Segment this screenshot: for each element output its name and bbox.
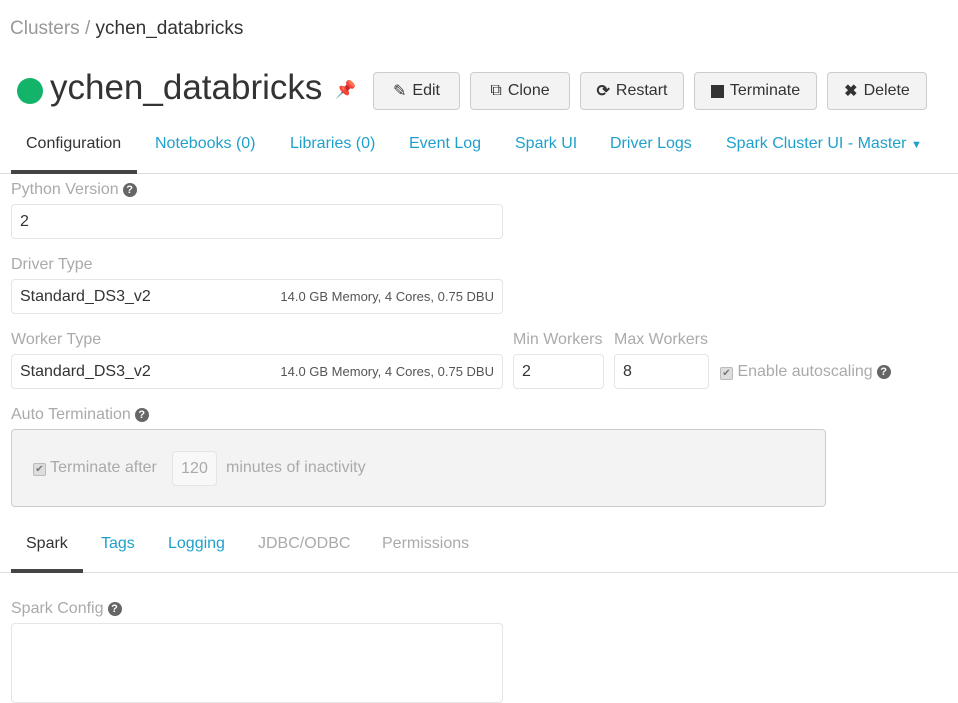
breadcrumb-current: ychen_databricks <box>95 18 244 39</box>
edit-label: Edit <box>412 82 440 99</box>
delete-button[interactable]: ✖ Delete <box>827 72 927 110</box>
terminate-label: Terminate <box>729 82 801 99</box>
cluster-tabs: Configuration Notebooks (0) Libraries (0… <box>0 126 958 174</box>
tab-tags[interactable]: Tags <box>101 535 135 553</box>
breadcrumb-clusters-link[interactable]: Clusters <box>10 18 80 39</box>
auto-termination-label-text: Auto Termination <box>11 406 131 423</box>
tab-libraries[interactable]: Libraries (0) <box>290 135 375 153</box>
help-icon[interactable]: ? <box>122 182 137 197</box>
tab-notebooks[interactable]: Notebooks (0) <box>155 135 256 153</box>
close-icon: ✖ <box>844 83 858 100</box>
restart-button[interactable]: ⟳ Restart <box>580 72 684 110</box>
tab-driver-logs[interactable]: Driver Logs <box>610 135 692 153</box>
tab-spark-ui[interactable]: Spark UI <box>515 135 577 153</box>
driver-type-select[interactable]: Standard_DS3_v2 14.0 GB Memory, 4 Cores, … <box>11 279 503 314</box>
min-workers-label: Min Workers <box>513 331 603 348</box>
min-workers-input[interactable]: 2 <box>513 354 604 389</box>
edit-button[interactable]: ✎ Edit <box>373 72 460 110</box>
delete-label: Delete <box>863 82 910 99</box>
spark-tabs: Spark Tags Logging JDBC/ODBC Permissions <box>0 526 958 573</box>
page-title: ychen_databricks <box>50 68 323 107</box>
spark-config-label: Spark Config? <box>11 600 122 618</box>
clone-label: Clone <box>507 82 550 99</box>
terminate-button[interactable]: Terminate <box>694 72 817 110</box>
tab-spark-cluster-ui-label: Spark Cluster UI - Master <box>726 135 907 152</box>
tab-configuration[interactable]: Configuration <box>26 135 121 153</box>
tab-jdbc-odbc[interactable]: JDBC/ODBC <box>258 535 350 553</box>
refresh-icon: ⟳ <box>596 83 610 100</box>
min-workers-value: 2 <box>522 362 531 380</box>
active-tab-indicator <box>11 170 137 174</box>
worker-type-label: Worker Type <box>11 331 102 348</box>
breadcrumb: Clusters / ychen_databricks <box>10 18 243 40</box>
auto-termination-panel: ✔ Terminate after 120 minutes of inactiv… <box>11 429 826 507</box>
max-workers-input[interactable]: 8 <box>614 354 709 389</box>
python-version-field[interactable]: 2 <box>11 204 503 239</box>
caret-down-icon: ▼ <box>910 139 922 151</box>
autoscaling-option: ✔ Enable autoscaling? <box>720 363 891 381</box>
stop-icon <box>710 84 724 98</box>
terminate-after-label: Terminate after <box>50 459 157 476</box>
python-version-value: 2 <box>20 212 29 230</box>
spark-config-textarea[interactable] <box>11 623 503 703</box>
inactivity-label: minutes of inactivity <box>226 459 366 476</box>
autoscaling-label: Enable autoscaling <box>737 363 873 380</box>
tab-permissions[interactable]: Permissions <box>382 535 469 553</box>
active-tab-indicator <box>11 569 83 573</box>
auto-termination-label: Auto Termination? <box>11 406 149 424</box>
clone-button[interactable]: ⧉ Clone <box>470 72 570 110</box>
autoscaling-checkbox[interactable]: ✔ <box>720 367 733 380</box>
driver-type-value: Standard_DS3_v2 <box>20 287 151 305</box>
terminate-minutes-input[interactable]: 120 <box>172 451 217 486</box>
help-icon[interactable]: ? <box>876 364 891 379</box>
max-workers-value: 8 <box>623 362 632 380</box>
tab-spark[interactable]: Spark <box>26 535 68 553</box>
python-version-label-text: Python Version <box>11 181 119 198</box>
help-icon[interactable]: ? <box>134 407 149 422</box>
breadcrumb-separator: / <box>84 18 91 39</box>
terminate-after-checkbox[interactable]: ✔ <box>33 463 46 476</box>
restart-label: Restart <box>615 82 668 99</box>
tab-event-log[interactable]: Event Log <box>409 135 481 153</box>
edit-icon: ✎ <box>393 83 407 100</box>
terminate-minutes-value: 120 <box>181 459 208 477</box>
help-icon[interactable]: ? <box>107 601 122 616</box>
clone-icon: ⧉ <box>490 82 502 99</box>
tab-spark-cluster-ui[interactable]: Spark Cluster UI - Master ▼ <box>726 135 922 153</box>
worker-type-value: Standard_DS3_v2 <box>20 362 151 380</box>
status-indicator <box>17 78 43 104</box>
max-workers-label: Max Workers <box>614 331 708 348</box>
terminate-after-option: ✔ Terminate after <box>33 459 157 477</box>
worker-type-select[interactable]: Standard_DS3_v2 14.0 GB Memory, 4 Cores, … <box>11 354 503 389</box>
worker-specs: 14.0 GB Memory, 4 Cores, 0.75 DBU <box>280 364 494 379</box>
pin-icon[interactable]: 📌 <box>335 80 356 100</box>
tab-logging[interactable]: Logging <box>168 535 225 553</box>
spark-config-label-text: Spark Config <box>11 600 104 617</box>
python-version-label: Python Version? <box>11 181 137 199</box>
driver-type-label: Driver Type <box>11 256 93 273</box>
driver-specs: 14.0 GB Memory, 4 Cores, 0.75 DBU <box>280 289 494 304</box>
